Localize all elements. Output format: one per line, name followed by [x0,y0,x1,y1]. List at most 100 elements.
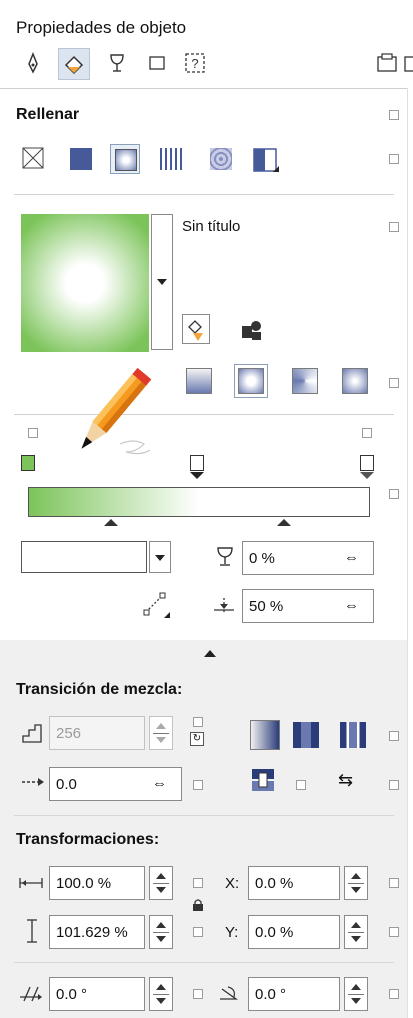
y-value: 0.0 % [255,923,294,941]
rectangular-gradient-button[interactable] [342,368,368,394]
height-spinner[interactable] [149,915,173,949]
end-node-pointer [360,472,374,479]
linear-gradient-button[interactable] [186,368,212,394]
mid-color-node[interactable] [190,455,204,471]
width-icon [18,876,44,890]
texture-fill-icon [253,148,279,172]
node-checkbox-right[interactable] [362,428,372,438]
blend-steps-value: 256 [56,724,82,742]
end-color-node[interactable] [360,455,374,471]
uniform-fill-button[interactable] [70,148,92,170]
x-field[interactable]: 0.0 % [248,866,340,900]
midpoint-slider-2[interactable] [277,519,291,526]
blend-steps-spinner[interactable] [149,716,173,750]
panel-menu-icon [377,53,397,72]
frame-tab[interactable] [142,48,172,78]
blend-counterclockwise-button[interactable] [340,722,366,748]
frame-icon [149,56,165,70]
midpoint-slider-1[interactable] [104,519,118,526]
pencil-illustration [56,366,156,476]
fill-picker-button[interactable] [182,314,210,344]
lock-ratio-icon[interactable] [192,898,204,912]
height-checkbox[interactable] [193,927,203,937]
preset-dropdown-button[interactable] [151,214,173,350]
start-color-node[interactable] [21,455,35,471]
preset-checkbox[interactable] [389,222,399,232]
collapse-chevron-icon[interactable] [204,650,216,657]
rotate-checkbox[interactable] [389,989,399,999]
copy-fill-button[interactable] [238,316,266,344]
transparency-glass-icon [214,546,236,568]
elliptical-gradient-button[interactable] [234,364,268,398]
transparency-glass-icon [110,54,124,72]
accelerate-fill-icon [252,769,274,791]
slider-handle-icon[interactable]: ⇔ [152,775,167,792]
node-color-dropdown[interactable] [149,541,171,573]
rotate-spinner[interactable] [344,977,368,1011]
rotate-icon [214,981,242,1007]
midpoint-field[interactable]: 50 % ⇔ [242,589,374,623]
slider-handle-icon[interactable]: ⇔ [344,549,359,566]
panel-options-button[interactable] [372,48,402,78]
conical-gradient-button[interactable] [292,368,318,394]
skew-icon [18,983,44,1005]
texture-fill-button[interactable] [253,148,279,174]
fountain-fill-button[interactable] [110,144,140,174]
bitmap-pattern-fill-button[interactable] [210,148,232,170]
node-position-icon[interactable] [142,590,170,618]
skew-field[interactable]: 0.0 ° [49,977,145,1011]
blend-clockwise-button[interactable] [293,722,319,748]
text-frame-tab[interactable]: ? [180,48,210,78]
skew-spinner[interactable] [149,977,173,1011]
y-checkbox[interactable] [389,927,399,937]
x-checkbox[interactable] [389,878,399,888]
text-frame-icon: ? [185,53,205,73]
acceleration-checkbox[interactable] [193,780,203,790]
fill-tab[interactable] [58,48,90,80]
height-icon [26,918,38,944]
refresh-icon[interactable]: ↻ [190,732,204,746]
blend-direct-button[interactable] [250,720,280,750]
steps-icon [20,722,44,746]
y-field[interactable]: 0.0 % [248,915,340,949]
gradient-color-bar[interactable] [28,487,370,517]
width-checkbox[interactable] [193,878,203,888]
outline-pen-tab[interactable] [18,48,48,78]
skew-checkbox[interactable] [193,989,203,999]
rotate-field[interactable]: 0.0 ° [248,977,340,1011]
slider-handle-icon[interactable]: ⇔ [344,597,359,614]
node-color-swatch[interactable] [21,541,147,573]
skew-value: 0.0 ° [56,985,88,1003]
width-spinner[interactable] [149,866,173,900]
blend-type-checkbox[interactable] [389,731,399,741]
preset-name: Sin título [182,218,241,235]
blend-steps-field[interactable]: 256 [49,716,145,750]
fill-section-checkbox[interactable] [389,110,399,120]
transform-section-label: Transformaciones: [16,831,160,848]
y-spinner[interactable] [344,915,368,949]
accelerate-fill-button[interactable] [250,767,276,793]
x-spinner[interactable] [344,866,368,900]
accelerate-checkbox[interactable] [296,780,306,790]
fill-type-checkbox[interactable] [389,154,399,164]
no-fill-button[interactable] [22,147,44,169]
swap-colors-icon[interactable]: ⇆ [338,770,364,792]
midpoint-icon [212,594,236,616]
gradient-type-checkbox[interactable] [389,378,399,388]
acceleration-field[interactable]: 0.0 ⇔ [49,767,182,801]
gradient-bar-checkbox[interactable] [389,489,399,499]
height-field[interactable]: 101.629 % [49,915,145,949]
transparency-tab[interactable] [102,48,132,78]
blend-steps-checkbox[interactable] [193,717,203,727]
swap-checkbox[interactable] [389,780,399,790]
copy-fill-icon [242,321,261,340]
width-field[interactable]: 100.0 % [49,866,145,900]
vector-pattern-fill-button[interactable] [160,148,182,170]
fill-picker-icon [188,320,203,341]
mid-node-pointer [190,472,204,479]
width-value: 100.0 % [56,874,112,892]
node-opacity-field[interactable]: 0 % ⇔ [242,541,374,575]
y-label: Y: [225,924,239,941]
node-checkbox-left[interactable] [28,428,38,438]
panel-overflow-icon[interactable] [404,48,413,78]
